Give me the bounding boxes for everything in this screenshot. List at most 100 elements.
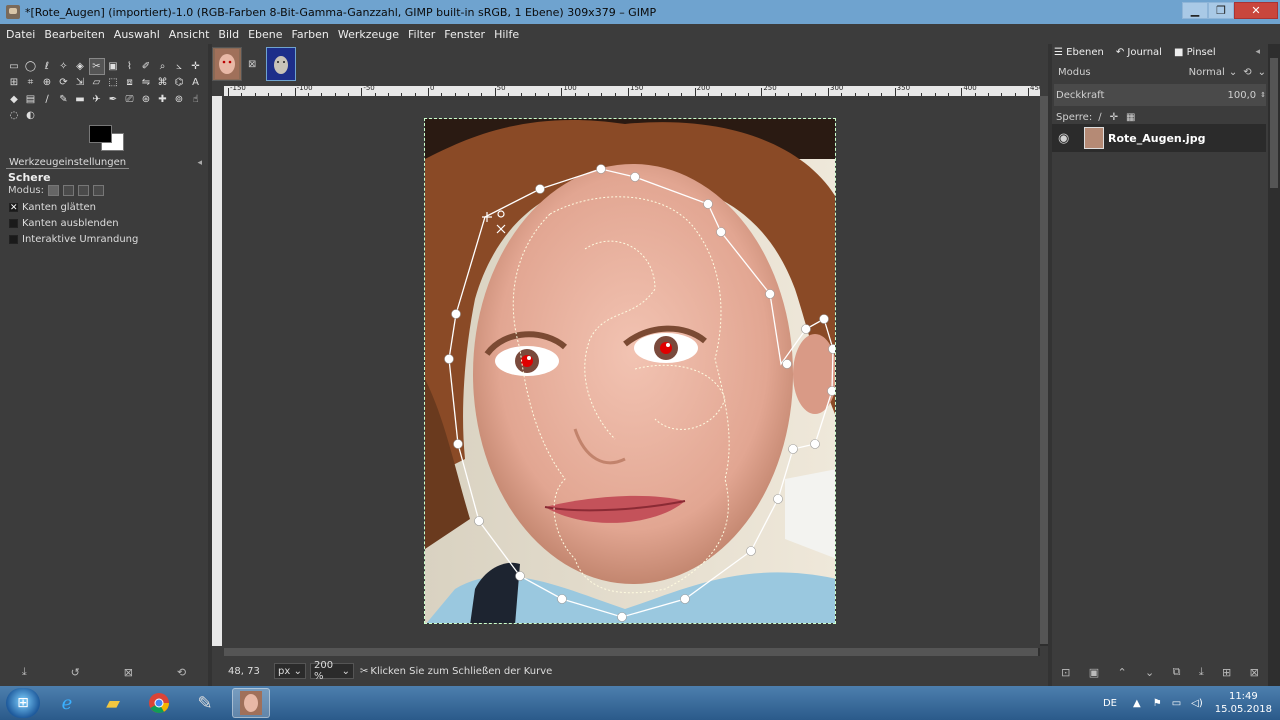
chrome-icon[interactable] bbox=[140, 688, 178, 718]
scale-tool-icon[interactable]: ⇲ bbox=[72, 75, 88, 92]
gimp-app-icon[interactable] bbox=[6, 5, 20, 19]
menu-ansicht[interactable]: Ansicht bbox=[169, 28, 210, 41]
menu-datei[interactable]: Datei bbox=[6, 28, 35, 41]
mode-replace-icon[interactable] bbox=[48, 185, 60, 196]
scissors-tool-icon[interactable]: ✂ bbox=[88, 58, 105, 75]
move-tool-icon[interactable]: ✛ bbox=[188, 58, 204, 75]
tool-options-tab[interactable]: Werkzeugeinstellungen ◂ bbox=[6, 155, 202, 170]
ellipse-select-tool-icon[interactable]: ◯ bbox=[23, 58, 39, 75]
zoom-tool-icon[interactable]: ⌕ bbox=[155, 58, 171, 75]
crop-tool-icon[interactable]: ⌗ bbox=[23, 75, 39, 92]
tab-journal[interactable]: ↶ Journal bbox=[1116, 47, 1168, 58]
menu-bild[interactable]: Bild bbox=[218, 28, 239, 41]
language-indicator[interactable]: DE bbox=[1103, 698, 1117, 709]
clock[interactable]: 11:49 15.05.2018 bbox=[1215, 690, 1272, 716]
portrait-photo[interactable] bbox=[425, 119, 836, 624]
new-group-icon[interactable]: ▣ bbox=[1089, 666, 1099, 679]
tab-ebenen[interactable]: ☰ Ebenen bbox=[1054, 47, 1110, 58]
layer-name[interactable]: Rote_Augen.jpg bbox=[1108, 132, 1205, 145]
eye-icon[interactable]: ◉ bbox=[1058, 131, 1069, 146]
checkbox-icon[interactable]: ✕ bbox=[9, 203, 18, 213]
close-tab-icon[interactable]: ⊠ bbox=[248, 59, 256, 70]
duplicate-layer-icon[interactable]: ⧉ bbox=[1173, 665, 1181, 679]
maximize-icon[interactable]: ❐ bbox=[1208, 2, 1234, 19]
scrollbar-thumb[interactable] bbox=[224, 648, 1038, 656]
horizontal-ruler[interactable]: -150 -100 -50 0 50 100 150 200 250 300 350 400 450 bbox=[224, 86, 1040, 96]
gimp-wilber-icon[interactable]: ✎ bbox=[186, 688, 224, 718]
lock-pixels-icon[interactable]: ∕ bbox=[1098, 112, 1101, 123]
fuzzy-select-tool-icon[interactable]: ✧ bbox=[56, 58, 72, 75]
heal-tool-icon[interactable]: ✚ bbox=[155, 91, 171, 108]
action-center-icon[interactable]: ⚑ bbox=[1153, 698, 1162, 709]
tab-pinsel[interactable]: ■ Pinsel bbox=[1174, 47, 1222, 58]
photo-canvas[interactable] bbox=[424, 118, 836, 624]
smudge-tool-icon[interactable]: ☝ bbox=[188, 91, 204, 108]
warp-tool-icon[interactable]: ⌬ bbox=[171, 75, 187, 92]
by-color-select-tool-icon[interactable]: ◈ bbox=[72, 58, 88, 75]
lasso-tool-icon[interactable]: ℓ bbox=[39, 58, 55, 75]
measure-tool-icon[interactable]: ⦣ bbox=[171, 58, 187, 75]
airbrush-tool-icon[interactable]: ✈ bbox=[89, 91, 105, 108]
mypaint-tool-icon[interactable]: ⎚ bbox=[122, 91, 138, 108]
align-tool-icon[interactable]: ⊞ bbox=[6, 75, 22, 92]
mask-layer-icon[interactable]: ⊞ bbox=[1222, 666, 1231, 679]
flip-tool-icon[interactable]: ⇋ bbox=[138, 75, 154, 92]
opacity-value[interactable]: 100,0 bbox=[1227, 90, 1256, 101]
chevron-down-icon[interactable]: ⌄ bbox=[1258, 67, 1266, 78]
vertical-scrollbar[interactable] bbox=[1040, 96, 1048, 646]
blur-tool-icon[interactable]: ◌ bbox=[6, 108, 22, 125]
reset-options-icon[interactable]: ⟲ bbox=[177, 666, 186, 679]
internet-explorer-icon[interactable]: ℯ bbox=[48, 688, 86, 718]
color-picker-tool-icon[interactable]: ✐ bbox=[138, 58, 154, 75]
perspective-tool-icon[interactable]: ⬚ bbox=[105, 75, 121, 92]
minimize-icon[interactable]: ▁ bbox=[1182, 2, 1208, 19]
mode-subtract-icon[interactable] bbox=[78, 185, 90, 196]
opacity-row[interactable]: Deckkraft 100,0 ⇕ bbox=[1054, 84, 1266, 106]
anchor-layer-icon[interactable]: ⤓ bbox=[1199, 665, 1204, 679]
option-interactive[interactable]: Interaktive Umrandung bbox=[9, 234, 138, 245]
menu-auswahl[interactable]: Auswahl bbox=[114, 28, 160, 41]
foreground-color-swatch[interactable] bbox=[89, 125, 112, 143]
perspective-clone-tool-icon[interactable]: ⊚ bbox=[171, 91, 187, 108]
menu-bearbeiten[interactable]: Bearbeiten bbox=[44, 28, 104, 41]
gimp-window-task-icon[interactable] bbox=[232, 688, 270, 718]
tray-expand-icon[interactable]: ▲ bbox=[1133, 698, 1141, 709]
horizontal-scrollbar[interactable] bbox=[224, 648, 1040, 656]
lock-alpha-icon[interactable]: ▦ bbox=[1126, 112, 1135, 123]
close-icon[interactable]: ✕ bbox=[1234, 2, 1278, 19]
clone-tool-icon[interactable]: ⊛ bbox=[138, 91, 154, 108]
menu-hilfe[interactable]: Hilfe bbox=[494, 28, 519, 41]
menu-ebene[interactable]: Ebene bbox=[248, 28, 282, 41]
checkbox-icon[interactable] bbox=[9, 219, 18, 228]
dodge-burn-tool-icon[interactable]: ◐ bbox=[23, 108, 39, 125]
mode-reset-icon[interactable]: ⟲ bbox=[1243, 67, 1251, 78]
start-button-icon[interactable]: ⊞ bbox=[6, 688, 40, 718]
panel-config-icon[interactable]: ◂ bbox=[1255, 47, 1260, 58]
panel-config-icon[interactable]: ◂ bbox=[197, 158, 202, 168]
network-icon[interactable]: ▭ bbox=[1172, 698, 1181, 709]
image-tab-dog[interactable] bbox=[266, 47, 297, 81]
scrollbar-thumb[interactable] bbox=[1040, 96, 1048, 644]
scrollbar-thumb[interactable] bbox=[1270, 58, 1278, 188]
rect-select-tool-icon[interactable]: ▭ bbox=[6, 58, 22, 75]
paintbrush-tool-icon[interactable]: ✎ bbox=[56, 91, 72, 108]
zoom-select[interactable]: 200 % ⌄ bbox=[310, 660, 354, 682]
file-explorer-icon[interactable]: ▰ bbox=[94, 688, 132, 718]
bucket-fill-tool-icon[interactable]: ◆ bbox=[6, 91, 22, 108]
menu-werkzeuge[interactable]: Werkzeuge bbox=[338, 28, 399, 41]
vertical-ruler[interactable] bbox=[212, 96, 222, 646]
menu-filter[interactable]: Filter bbox=[408, 28, 435, 41]
ink-tool-icon[interactable]: ✒ bbox=[105, 91, 121, 108]
cage-tool-icon[interactable]: ⌘ bbox=[155, 75, 171, 92]
lower-layer-icon[interactable]: ⌄ bbox=[1145, 666, 1154, 679]
lock-position-icon[interactable]: ✛ bbox=[1110, 112, 1118, 123]
foreground-select-tool-icon[interactable]: ▣ bbox=[105, 58, 121, 75]
pencil-tool-icon[interactable]: ∕ bbox=[39, 91, 55, 108]
menu-farben[interactable]: Farben bbox=[292, 28, 329, 41]
save-options-icon[interactable]: ⤓ bbox=[22, 665, 27, 679]
option-antialias[interactable]: ✕ Kanten glätten bbox=[9, 202, 96, 213]
volume-icon[interactable]: ◁) bbox=[1191, 698, 1203, 709]
mode-intersect-icon[interactable] bbox=[93, 185, 105, 196]
text-tool-icon[interactable]: A bbox=[188, 75, 204, 92]
restore-options-icon[interactable]: ↺ bbox=[71, 666, 80, 679]
